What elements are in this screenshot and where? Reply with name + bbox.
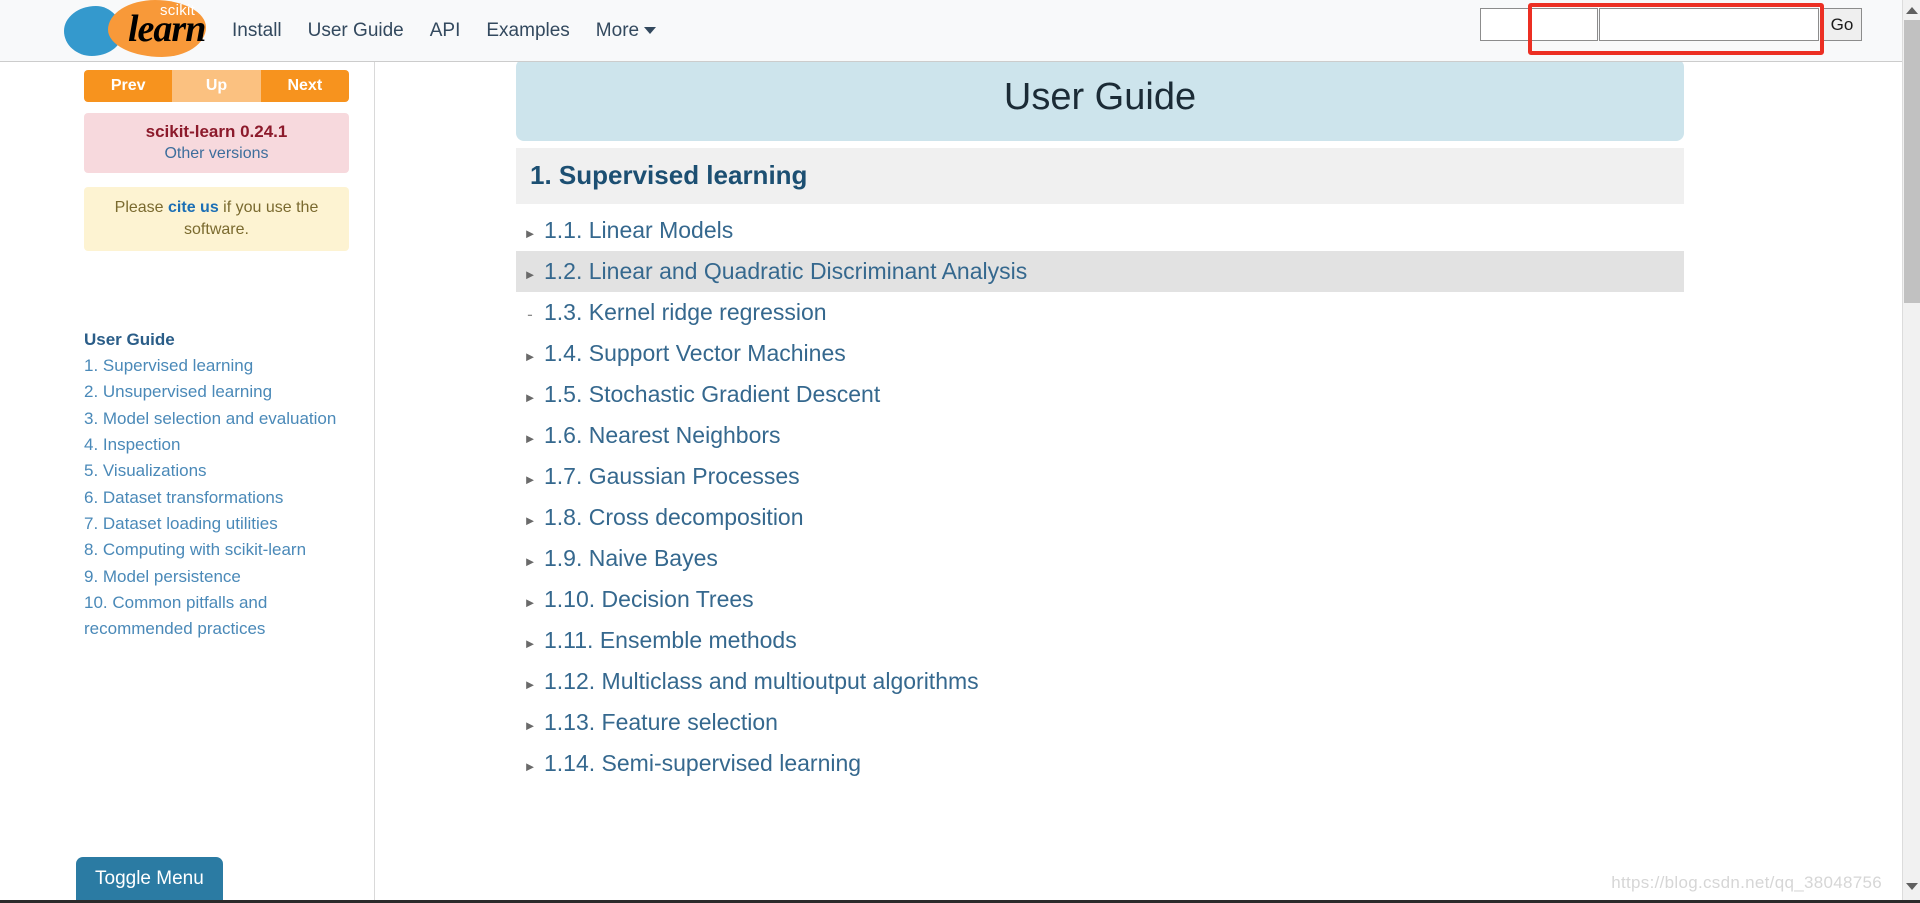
toc-link[interactable]: 1.8. Cross decomposition	[544, 497, 804, 538]
toc-row[interactable]: ► 1.5. Stochastic Gradient Descent	[516, 374, 1684, 415]
watermark-text: https://blog.csdn.net/qq_38048756	[1611, 873, 1882, 892]
nav-link-more-label: More	[595, 19, 640, 41]
scroll-down-icon[interactable]	[1903, 878, 1920, 895]
pager-buttons: Prev Up Next	[84, 70, 349, 102]
search-input[interactable]	[1599, 8, 1819, 41]
sidebar-item-visualizations[interactable]: 5. Visualizations	[84, 458, 364, 484]
page-scrollbar[interactable]	[1902, 0, 1920, 903]
toc-expand-triangle-icon[interactable]: ►	[516, 213, 544, 254]
toc-dash-icon[interactable]: -	[516, 294, 544, 335]
toc-link[interactable]: 1.10. Decision Trees	[544, 579, 754, 620]
toc-link[interactable]: 1.14. Semi-supervised learning	[544, 743, 861, 784]
sidebar-item-dataset-loading[interactable]: 7. Dataset loading utilities	[84, 511, 364, 537]
logo-scikit-text: scikit	[160, 1, 196, 19]
toc-link[interactable]: 1.12. Multiclass and multioutput algorit…	[544, 661, 979, 702]
sidebar-item-model-persistence[interactable]: 9. Model persistence	[84, 564, 364, 590]
toc-row[interactable]: ► 1.11. Ensemble methods	[516, 620, 1684, 661]
nav-links: Install User Guide API Examples More	[232, 19, 657, 42]
toc-expand-triangle-icon[interactable]: ►	[516, 705, 544, 746]
scikit-learn-logo[interactable]: learn scikit	[60, 0, 220, 62]
sidebar: Prev Up Next scikit-learn 0.24.1 Other v…	[0, 62, 375, 903]
toc-row[interactable]: ► 1.14. Semi-supervised learning	[516, 743, 1684, 784]
main-content: User Guide 1. Supervised learning ► 1.1. …	[376, 62, 1902, 903]
page-title: User Guide	[1003, 76, 1197, 118]
search-area: Go	[1480, 8, 1862, 41]
toc-row[interactable]: ► 1.1. Linear Models	[516, 210, 1684, 251]
version-box: scikit-learn 0.24.1 Other versions	[84, 113, 349, 173]
sidebar-item-dataset-transformations[interactable]: 6. Dataset transformations	[84, 485, 364, 511]
sidebar-item-computing[interactable]: 8. Computing with scikit-learn	[84, 537, 364, 563]
chevron-down-icon	[644, 26, 657, 34]
version-label: scikit-learn 0.24.1	[145, 122, 288, 141]
toc-expand-triangle-icon[interactable]: ►	[516, 664, 544, 705]
toc-link[interactable]: 1.9. Naive Bayes	[544, 538, 718, 579]
toc-row[interactable]: -1.3. Kernel ridge regression	[516, 292, 1684, 333]
top-navbar: learn scikit Install User Guide API Exam…	[0, 0, 1902, 62]
toc-row[interactable]: ► 1.2. Linear and Quadratic Discriminant …	[516, 251, 1684, 292]
sidebar-item-model-selection[interactable]: 3. Model selection and evaluation	[84, 406, 364, 432]
nav-link-more[interactable]: More	[595, 19, 657, 42]
section-header: 1. Supervised learning	[516, 148, 1684, 204]
sidebar-item-common-pitfalls[interactable]: 10. Common pitfalls and recommended prac…	[84, 590, 364, 643]
search-left-box	[1480, 8, 1598, 41]
cite-box: Please cite us if you use the software.	[84, 187, 349, 252]
other-versions-link[interactable]: Other versions	[164, 145, 268, 162]
toc-expand-triangle-icon[interactable]: ►	[516, 541, 544, 582]
toc-link[interactable]: 1.5. Stochastic Gradient Descent	[544, 374, 880, 415]
prev-button[interactable]: Prev	[84, 70, 173, 102]
nav-link-user-guide[interactable]: User Guide	[308, 20, 404, 42]
sidebar-item-unsupervised-learning[interactable]: 2. Unsupervised learning	[84, 379, 364, 405]
toc-row[interactable]: ► 1.13. Feature selection	[516, 702, 1684, 743]
toc-row[interactable]: ► 1.9. Naive Bayes	[516, 538, 1684, 579]
sidebar-nav: User Guide 1. Supervised learning 2. Uns…	[84, 330, 364, 643]
scroll-up-icon[interactable]	[1903, 2, 1920, 19]
toc-expand-triangle-icon[interactable]: ►	[516, 459, 544, 500]
toc-expand-triangle-icon[interactable]: ►	[516, 377, 544, 418]
toc-expand-triangle-icon[interactable]: ►	[516, 582, 544, 623]
toc-row[interactable]: ► 1.10. Decision Trees	[516, 579, 1684, 620]
toc-row[interactable]: ► 1.8. Cross decomposition	[516, 497, 1684, 538]
toc-row[interactable]: ► 1.12. Multiclass and multioutput algori…	[516, 661, 1684, 702]
toc-link[interactable]: 1.2. Linear and Quadratic Discriminant A…	[544, 251, 1027, 292]
next-button[interactable]: Next	[260, 70, 349, 102]
toc-list: ► 1.1. Linear Models ► 1.2. Linear and Quad…	[516, 210, 1684, 784]
sidebar-nav-title[interactable]: User Guide	[84, 330, 364, 350]
toc-expand-triangle-icon[interactable]: ►	[516, 500, 544, 541]
toc-expand-triangle-icon[interactable]: ►	[516, 336, 544, 377]
cite-us-link[interactable]: cite us	[168, 199, 219, 216]
toc-row[interactable]: ► 1.7. Gaussian Processes	[516, 456, 1684, 497]
toc-link[interactable]: 1.6. Nearest Neighbors	[544, 415, 781, 456]
toc-link[interactable]: 1.11. Ensemble methods	[544, 620, 797, 661]
toc-row[interactable]: ► 1.6. Nearest Neighbors	[516, 415, 1684, 456]
toc-row[interactable]: ► 1.4. Support Vector Machines	[516, 333, 1684, 374]
up-button[interactable]: Up	[172, 70, 261, 102]
toc-expand-triangle-icon[interactable]: ►	[516, 418, 544, 459]
sidebar-item-supervised-learning[interactable]: 1. Supervised learning	[84, 353, 364, 379]
toc-link[interactable]: 1.7. Gaussian Processes	[544, 456, 800, 497]
toc-expand-triangle-icon[interactable]: ►	[516, 746, 544, 787]
toc-expand-triangle-icon[interactable]: ►	[516, 254, 544, 295]
toc-expand-triangle-icon[interactable]: ►	[516, 623, 544, 664]
page-title-banner: User Guide	[516, 62, 1684, 141]
search-form: Go	[1599, 8, 1862, 41]
nav-link-examples[interactable]: Examples	[486, 20, 569, 42]
toc-link[interactable]: 1.3. Kernel ridge regression	[544, 292, 827, 333]
nav-link-install[interactable]: Install	[232, 20, 282, 42]
nav-link-api[interactable]: API	[430, 20, 461, 42]
sidebar-item-inspection[interactable]: 4. Inspection	[84, 432, 364, 458]
cite-text-before: Please	[114, 199, 169, 216]
toc-link[interactable]: 1.1. Linear Models	[544, 210, 733, 251]
scrollbar-thumb[interactable]	[1904, 20, 1920, 303]
toc-link[interactable]: 1.4. Support Vector Machines	[544, 333, 846, 374]
toc-link[interactable]: 1.13. Feature selection	[544, 702, 778, 743]
search-go-button[interactable]: Go	[1822, 8, 1862, 41]
section-title: 1. Supervised learning	[530, 160, 808, 190]
toggle-menu-button[interactable]: Toggle Menu	[76, 857, 223, 903]
